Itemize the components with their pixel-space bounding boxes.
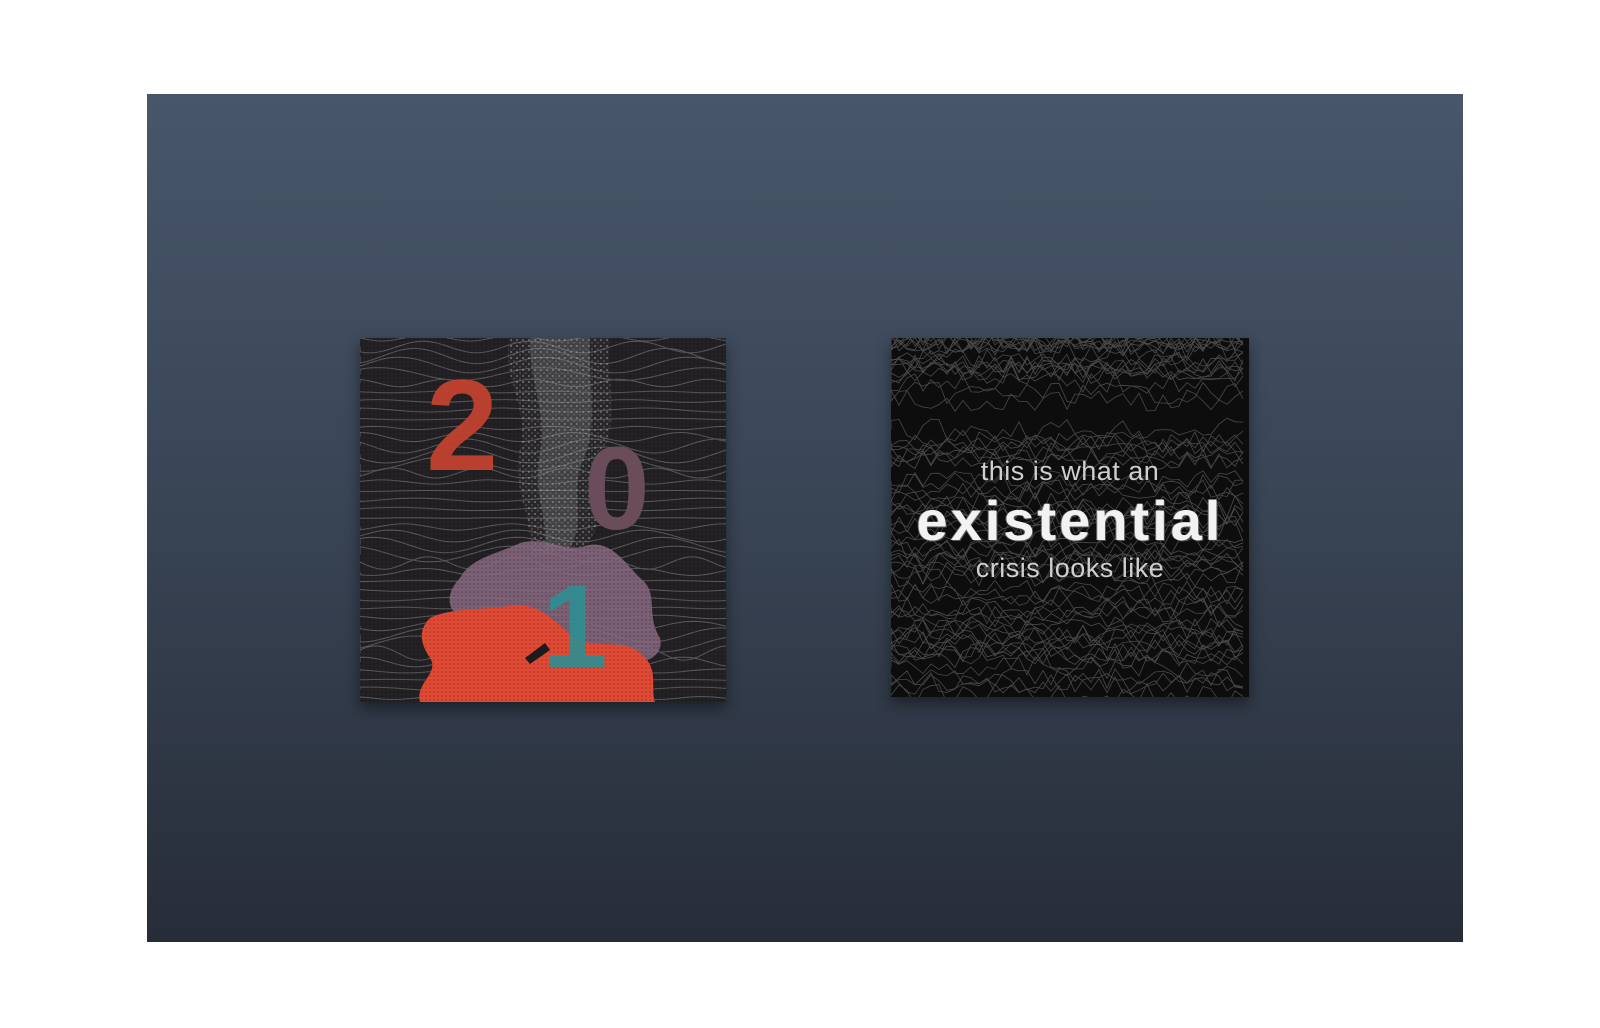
scribble-line — [891, 361, 1244, 384]
artwork-card-existential[interactable]: this is what an existential crisis looks… — [891, 338, 1249, 697]
scribble-line — [891, 433, 1244, 456]
scribble-line — [891, 666, 1244, 690]
digit-two: 2 — [426, 352, 499, 498]
scribble-line — [891, 417, 1244, 441]
scribble-line — [891, 633, 1244, 657]
scribble-line — [891, 672, 1244, 695]
presentation-background: 2 0 1 this is what an existential crisis… — [147, 94, 1463, 942]
digit-one: 1 — [542, 561, 608, 693]
digit-zero: 0 — [584, 423, 650, 555]
caption-line-bottom: crisis looks like — [975, 553, 1165, 583]
caption-line-top: this is what an — [980, 456, 1160, 486]
caption-line-middle: existential — [916, 489, 1224, 552]
scribble-line — [891, 583, 1244, 606]
scribble-line — [891, 597, 1244, 620]
scribble-line — [891, 595, 1244, 619]
scribble-line — [891, 604, 1244, 627]
artwork-card-201[interactable]: 2 0 1 — [360, 338, 726, 702]
